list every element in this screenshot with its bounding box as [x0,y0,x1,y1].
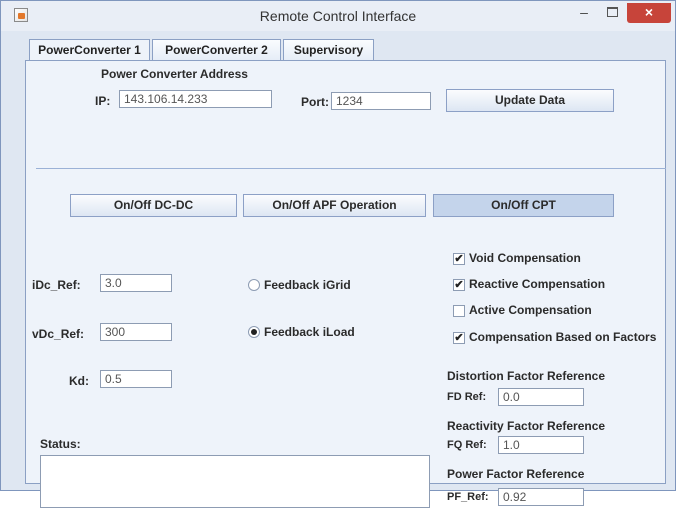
factor-compensation-checkbox[interactable]: ✔ [453,332,465,344]
close-button[interactable]: × [627,3,671,23]
void-compensation-checkbox[interactable]: ✔ [453,253,465,265]
tab-powerconverter-2[interactable]: PowerConverter 2 [152,39,281,60]
reactive-compensation-label[interactable]: Reactive Compensation [469,277,605,291]
fq-ref-label: FQ Ref: [447,439,487,451]
port-label: Port: [301,95,329,109]
void-compensation-label[interactable]: Void Compensation [469,251,581,265]
feedback-iload-radio[interactable] [248,326,260,338]
vdc-ref-field[interactable]: 300 [100,323,172,341]
fd-ref-field[interactable]: 0.0 [498,388,584,406]
app-window: Remote Control Interface – × PowerConver… [0,0,676,508]
apf-operation-toggle-button[interactable]: On/Off APF Operation [243,194,426,217]
tab-powerconverter-1[interactable]: PowerConverter 1 [29,39,150,61]
update-data-button[interactable]: Update Data [446,89,614,112]
port-field[interactable]: 1234 [331,92,431,110]
kd-label: Kd: [69,374,89,388]
feedback-iload-label[interactable]: Feedback iLoad [264,325,355,339]
vdc-ref-label: vDc_Ref: [32,327,85,341]
address-heading: Power Converter Address [101,67,248,81]
feedback-igrid-radio[interactable] [248,279,260,291]
minimize-button[interactable]: – [571,3,597,23]
factor-compensation-label[interactable]: Compensation Based on Factors [469,330,656,344]
kd-field[interactable]: 0.5 [100,370,172,388]
reactivity-factor-heading: Reactivity Factor Reference [447,419,606,433]
cpt-toggle-button[interactable]: On/Off CPT [433,194,614,217]
status-label: Status: [40,437,81,451]
fd-ref-label: FD Ref: [447,391,487,403]
status-text-area[interactable] [40,455,430,508]
power-factor-heading: Power Factor Reference [447,467,585,481]
idc-ref-label: iDc_Ref: [32,278,81,292]
active-compensation-checkbox[interactable] [453,305,465,317]
title-bar[interactable]: Remote Control Interface – × [1,1,675,31]
maximize-icon [606,7,618,17]
divider [36,168,666,169]
tab-supervisory[interactable]: Supervisory [283,39,374,60]
pf-ref-label: PF_Ref: [447,491,489,503]
dcdc-toggle-button[interactable]: On/Off DC-DC [70,194,237,217]
idc-ref-field[interactable]: 3.0 [100,274,172,292]
active-compensation-label[interactable]: Active Compensation [469,303,592,317]
maximize-button[interactable] [599,3,625,23]
ip-field[interactable]: 143.106.14.233 [119,90,272,108]
fq-ref-field[interactable]: 1.0 [498,436,584,454]
tab-panel: Power Converter Address IP: 143.106.14.2… [25,60,666,508]
reactive-compensation-checkbox[interactable]: ✔ [453,279,465,291]
ip-label: IP: [95,94,111,108]
distortion-factor-heading: Distortion Factor Reference [447,369,606,383]
feedback-igrid-label[interactable]: Feedback iGrid [264,278,351,292]
window-content: PowerConverter 1 PowerConverter 2 Superv… [5,31,671,508]
